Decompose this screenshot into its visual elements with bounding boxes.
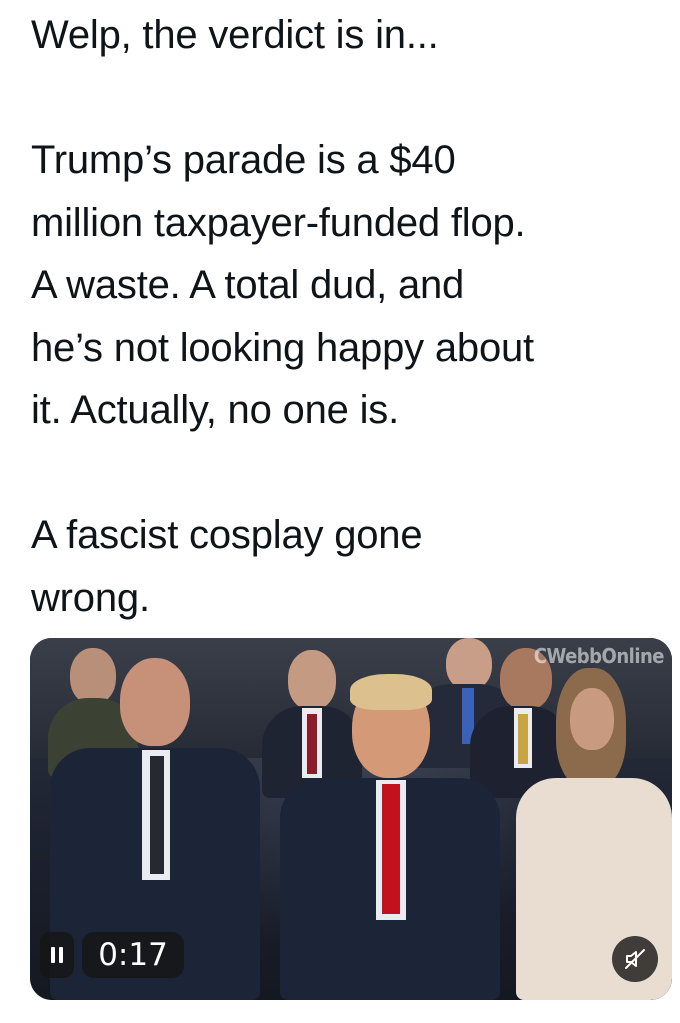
post-line: Trump’s parade is a $40 [31, 138, 456, 182]
post-line: wrong. [31, 575, 150, 620]
post-line: A waste. A total dud, and [31, 263, 465, 307]
mute-button[interactable] [612, 936, 658, 982]
speaker-muted-icon [625, 949, 645, 969]
post-line: it. Actually, no one is. [31, 388, 399, 432]
seated-person-center [280, 674, 500, 1000]
post-text: Welp, the verdict is in... Trump’s parad… [31, 4, 671, 629]
video-controls: 0:17 [40, 932, 184, 978]
elapsed-time: 0:17 [82, 932, 184, 978]
pause-icon [51, 947, 63, 963]
post-line: A fascist cosplay gone [31, 513, 423, 557]
video-player[interactable]: CWebbOnline 0:17 [30, 638, 672, 1000]
post-line: Welp, the verdict is in... [31, 13, 439, 57]
post-line: he’s not looking happy about [31, 325, 534, 370]
pause-button[interactable] [40, 932, 74, 978]
post-line: million taxpayer-funded flop. [31, 200, 526, 245]
watermark: CWebbOnline [533, 644, 665, 668]
